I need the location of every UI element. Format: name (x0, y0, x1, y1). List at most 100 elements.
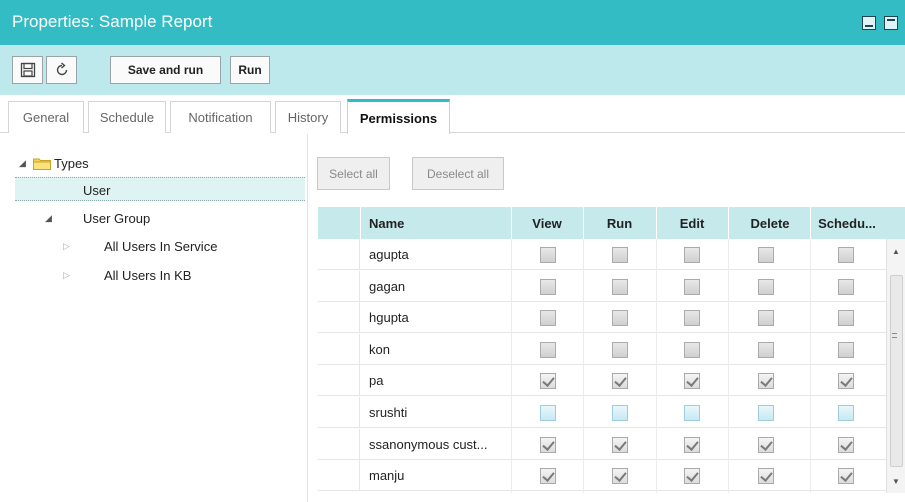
scrollbar-thumb[interactable] (890, 275, 903, 467)
maximize-icon[interactable] (884, 16, 898, 30)
save-icon (20, 62, 35, 78)
row-header-cell (318, 302, 360, 334)
tree-item-group[interactable]: ▷ All Users In KB (63, 263, 191, 287)
column-header-delete[interactable]: Delete (730, 207, 810, 239)
edit-permission-checkbox[interactable] (684, 436, 700, 453)
row-header-cell (318, 460, 360, 492)
tab-general[interactable]: General (8, 101, 84, 133)
window-title: Properties: Sample Report (12, 12, 213, 31)
schedule-permission-checkbox[interactable] (838, 247, 854, 263)
schedule-permission-checkbox[interactable] (838, 310, 854, 327)
view-permission-checkbox[interactable] (540, 247, 556, 263)
toolbar: Save and run Run (0, 45, 905, 95)
tree-item-user-group[interactable]: ◢ User Group (45, 206, 150, 230)
run-permission-checkbox[interactable] (612, 278, 628, 295)
delete-permission-checkbox[interactable] (758, 278, 774, 295)
delete-permission-checkbox[interactable] (758, 468, 774, 485)
tab-schedule[interactable]: Schedule (88, 101, 166, 133)
collapsed-arrow-icon[interactable]: ▷ (63, 270, 104, 281)
table-row[interactable]: pa (318, 365, 886, 397)
view-permission-checkbox[interactable] (540, 310, 556, 327)
delete-permission-checkbox[interactable] (758, 310, 774, 327)
expanded-arrow-icon[interactable]: ◢ (19, 158, 31, 169)
column-header-schedule[interactable]: Schedu... (812, 207, 882, 239)
view-permission-checkbox[interactable] (540, 436, 556, 453)
view-permission-checkbox[interactable] (540, 341, 556, 358)
save-and-run-button[interactable]: Save and run (110, 56, 221, 84)
run-button[interactable]: Run (230, 56, 270, 84)
user-name-cell: agupta (369, 247, 409, 262)
column-header-name[interactable]: Name (369, 207, 509, 239)
delete-permission-checkbox[interactable] (758, 405, 774, 421)
user-name-cell: manju (369, 468, 405, 484)
run-permission-checkbox[interactable] (612, 436, 628, 453)
run-permission-checkbox[interactable] (612, 247, 628, 263)
column-header-run[interactable]: Run (585, 207, 654, 239)
user-name-cell: gagan (369, 278, 406, 294)
view-permission-checkbox[interactable] (540, 405, 556, 421)
tree-label-user-group: User Group (83, 210, 151, 226)
schedule-permission-checkbox[interactable] (838, 341, 854, 358)
view-permission-checkbox[interactable] (540, 278, 556, 295)
refresh-button[interactable] (46, 56, 77, 84)
column-header-edit[interactable]: Edit (658, 207, 726, 239)
column-header-view[interactable]: View (513, 207, 581, 239)
schedule-permission-checkbox[interactable] (838, 436, 854, 453)
tree-label-group: All Users In Service (104, 238, 218, 254)
table-row[interactable]: kon (318, 333, 886, 365)
edit-permission-checkbox[interactable] (684, 468, 700, 485)
table-row[interactable]: ssanonymous cust... (318, 428, 886, 460)
delete-permission-checkbox[interactable] (758, 373, 774, 390)
schedule-permission-checkbox[interactable] (838, 405, 854, 421)
select-all-button[interactable]: Select all (317, 157, 390, 190)
edit-permission-checkbox[interactable] (684, 405, 700, 421)
tab-history[interactable]: History (275, 101, 341, 133)
edit-permission-checkbox[interactable] (684, 373, 700, 390)
edit-permission-checkbox[interactable] (684, 341, 700, 358)
edit-permission-checkbox[interactable] (684, 247, 700, 263)
table-row[interactable]: gagan (318, 270, 886, 302)
run-permission-checkbox[interactable] (612, 310, 628, 327)
collapsed-arrow-icon[interactable]: ▷ (63, 241, 104, 252)
scroll-down-icon[interactable]: ▼ (892, 477, 900, 486)
tree-label-types: Types (54, 155, 89, 171)
deselect-all-button[interactable]: Deselect all (412, 157, 504, 190)
minimize-icon[interactable] (862, 16, 876, 30)
user-name-cell: srushti (369, 405, 408, 420)
tree-selection (15, 177, 305, 201)
run-permission-checkbox[interactable] (612, 373, 628, 390)
table-row[interactable]: agupta (318, 239, 886, 270)
view-permission-checkbox[interactable] (540, 373, 556, 390)
tab-notification[interactable]: Notification (170, 101, 271, 133)
tab-permissions[interactable]: Permissions (347, 99, 450, 134)
expanded-arrow-icon[interactable]: ◢ (45, 213, 83, 224)
tree-item-types[interactable]: ◢ Types (19, 151, 89, 175)
delete-permission-checkbox[interactable] (758, 341, 774, 358)
scroll-up-icon[interactable]: ▲ (892, 247, 900, 256)
tree-item-group[interactable]: ▷ All Users In Service (63, 234, 217, 258)
permissions-grid: Name View Run Edit Delete Schedu... agup… (318, 207, 905, 493)
save-button[interactable] (12, 56, 43, 84)
schedule-permission-checkbox[interactable] (838, 278, 854, 295)
run-permission-checkbox[interactable] (612, 468, 628, 485)
delete-permission-checkbox[interactable] (758, 436, 774, 453)
table-row[interactable]: manju (318, 460, 886, 492)
schedule-permission-checkbox[interactable] (838, 468, 854, 485)
view-permission-checkbox[interactable] (540, 468, 556, 485)
table-row[interactable]: hgupta (318, 302, 886, 334)
user-name-cell: ssanonymous cust... (369, 436, 488, 452)
run-permission-checkbox[interactable] (612, 405, 628, 421)
grid-header: Name View Run Edit Delete Schedu... (318, 207, 905, 239)
user-name-cell: hgupta (369, 310, 409, 326)
tree-item-user[interactable]: User (83, 178, 110, 202)
edit-permission-checkbox[interactable] (684, 310, 700, 327)
edit-permission-checkbox[interactable] (684, 278, 700, 295)
user-name-cell: kon (369, 341, 390, 357)
table-row[interactable]: srushti (318, 397, 886, 428)
vertical-scrollbar[interactable]: ▲ ▼ (886, 239, 905, 493)
row-header-cell (318, 270, 360, 302)
delete-permission-checkbox[interactable] (758, 247, 774, 263)
tree-label-group: All Users In KB (104, 267, 192, 283)
schedule-permission-checkbox[interactable] (838, 373, 854, 390)
run-permission-checkbox[interactable] (612, 341, 628, 358)
